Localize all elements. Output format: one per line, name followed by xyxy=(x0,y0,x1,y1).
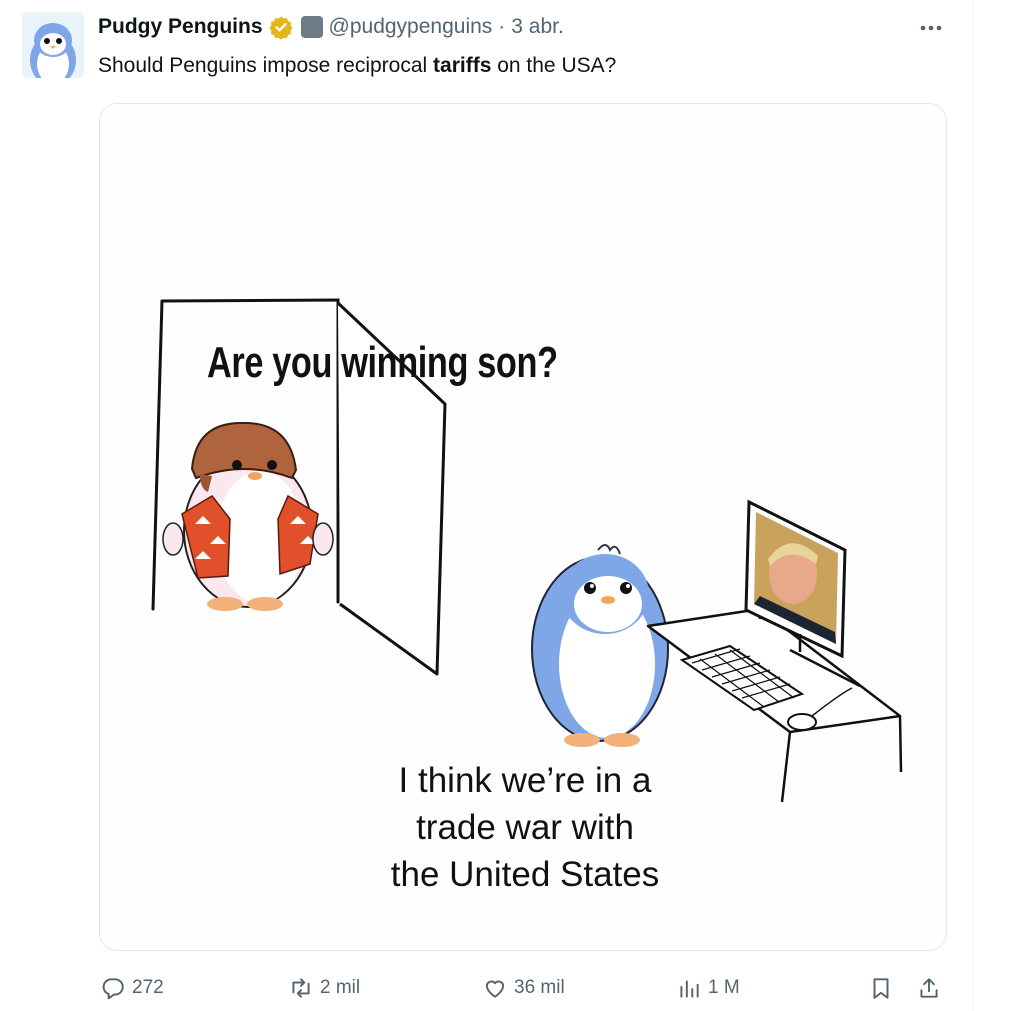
repost-icon xyxy=(292,978,310,998)
tweet-text-bold: tariffs xyxy=(433,54,492,77)
tweet-page: Pudgy Penguins @pudgypenguins · 3 abr. S… xyxy=(0,0,1024,1011)
repost-button[interactable]: 2 mil xyxy=(288,968,360,1008)
verified-badge-icon[interactable] xyxy=(268,15,293,39)
tweet-media-image[interactable]: Are you winning son? I think we’re in a … xyxy=(99,103,947,951)
meme-top-caption: Are you winning son? xyxy=(207,338,558,387)
column-divider xyxy=(972,0,973,1011)
tweet-actions: 272 2 mil 36 mil 1 M xyxy=(98,968,948,1008)
more-options-icon[interactable] xyxy=(916,18,946,38)
meme-bottom-caption: I think we’re in a trade war with the Un… xyxy=(330,757,720,898)
reply-button[interactable]: 272 xyxy=(100,968,164,1008)
like-count: 36 mil xyxy=(514,977,565,998)
child-penguin xyxy=(531,544,669,747)
penguin-avatar-icon xyxy=(22,12,84,78)
author-display-name[interactable]: Pudgy Penguins xyxy=(98,15,263,39)
header-separator: · xyxy=(498,15,506,38)
bookmark-icon xyxy=(873,978,889,999)
views-count: 1 M xyxy=(708,977,740,998)
views-button[interactable]: 1 M xyxy=(676,968,740,1008)
parent-penguin xyxy=(162,421,334,611)
bookmark-button[interactable] xyxy=(868,968,894,1008)
tweet-header: Pudgy Penguins @pudgypenguins · 3 abr. xyxy=(98,12,564,42)
tweet-timestamp[interactable]: 3 abr. xyxy=(511,15,564,39)
meme-caption-line: trade war with xyxy=(416,808,634,847)
repost-count: 2 mil xyxy=(320,977,361,998)
like-button[interactable]: 36 mil xyxy=(482,968,565,1008)
meme-caption-line: the United States xyxy=(390,855,660,894)
reply-count: 272 xyxy=(132,977,164,998)
reply-icon xyxy=(102,978,124,1000)
tweet-text-part: on the USA? xyxy=(491,54,617,77)
tweet-text-part: Should Penguins impose reciprocal xyxy=(98,54,434,77)
affiliate-badge-icon[interactable] xyxy=(300,16,323,38)
meme-caption-line: I think we’re in a xyxy=(398,761,652,800)
author-handle[interactable]: @pudgypenguins xyxy=(329,15,493,39)
share-button[interactable] xyxy=(916,968,942,1008)
views-chart-icon xyxy=(680,980,699,998)
author-avatar[interactable] xyxy=(22,12,84,78)
share-icon xyxy=(920,978,938,998)
tweet-text: Should Penguins impose reciprocal tariff… xyxy=(98,54,616,78)
heart-icon xyxy=(485,980,505,998)
